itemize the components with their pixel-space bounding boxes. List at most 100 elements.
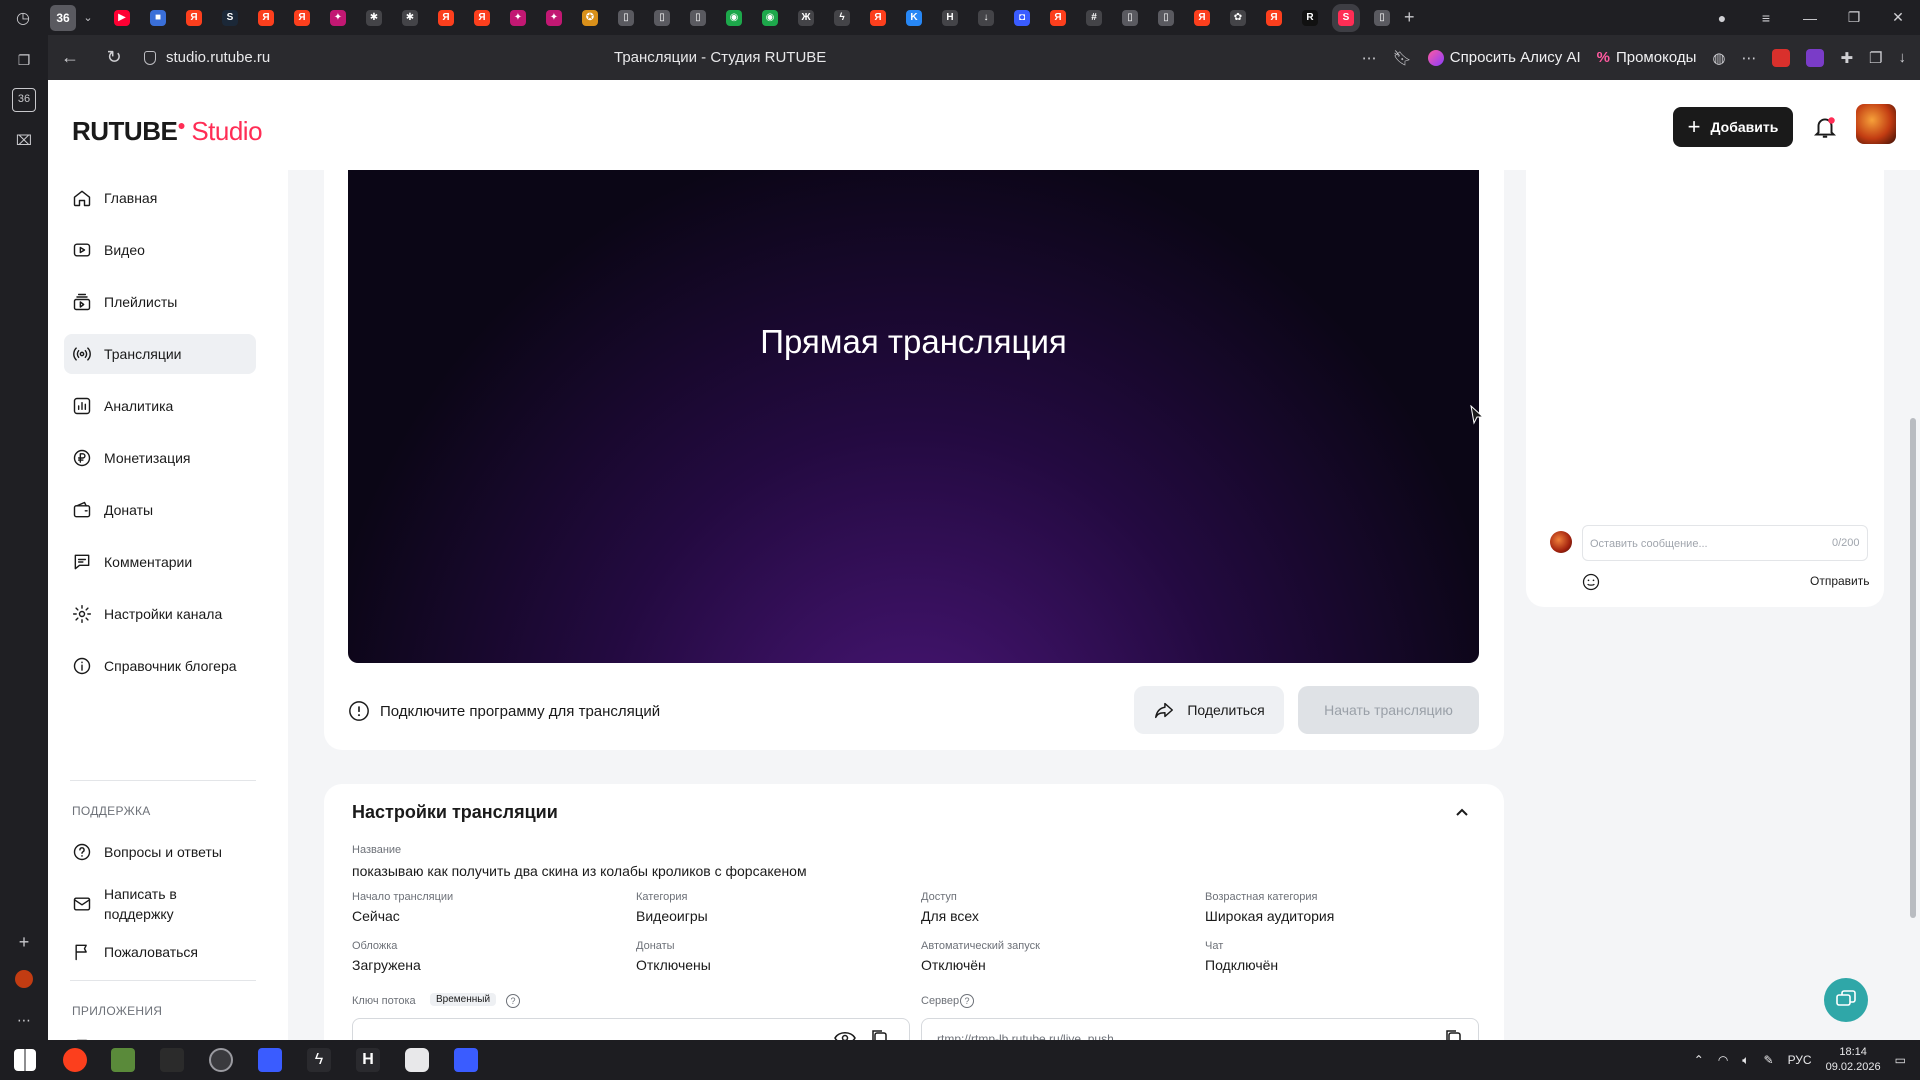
epic-games-icon[interactable] <box>160 1048 184 1072</box>
support-chat-button[interactable] <box>1824 978 1868 1022</box>
notification-icon[interactable]: ▭ <box>1895 1053 1906 1067</box>
share-button[interactable]: Поделиться <box>1134 686 1284 734</box>
yandex-tab-icon[interactable]: Я <box>438 9 454 26</box>
network-icon[interactable]: ◠ <box>1718 1053 1728 1067</box>
h-app-icon[interactable]: H <box>356 1048 380 1072</box>
h-tab-icon[interactable]: H <box>942 9 958 26</box>
openai-tab-icon[interactable]: ✿ <box>1230 9 1246 26</box>
pen-icon[interactable]: ✎ <box>1764 1053 1774 1067</box>
messenger-icon[interactable] <box>405 1048 429 1072</box>
more-icon[interactable]: ⋯ <box>12 1008 36 1032</box>
sidebar-item-question[interactable]: Вопросы и ответы <box>64 832 256 872</box>
roblox-icon[interactable] <box>454 1048 478 1072</box>
extension-icon[interactable] <box>1772 48 1791 67</box>
star-tab-icon[interactable]: ✦ <box>546 9 562 26</box>
collections-icon[interactable]: ❐ <box>1869 49 1882 67</box>
url-field[interactable]: studio.rutube.ru <box>144 49 270 66</box>
copy-icon[interactable] <box>870 1028 888 1040</box>
sidebar-item-gear[interactable]: Настройки канала <box>64 594 256 634</box>
clock[interactable]: 18:14 09.02.2026 <box>1826 1045 1881 1075</box>
avatar[interactable] <box>1856 104 1896 144</box>
sidebar-item-playlist[interactable]: Плейлисты <box>64 282 256 322</box>
sidebar-item-comment[interactable]: Комментарии <box>64 542 256 582</box>
puzzle-icon[interactable]: ✚ <box>1840 49 1853 67</box>
chevron-up-icon[interactable]: ⌃ <box>1694 1053 1704 1067</box>
sidebar-item-video[interactable]: Видео <box>64 230 256 270</box>
game-tab-icon[interactable]: ✱ <box>402 9 418 26</box>
gamepad-icon[interactable] <box>258 1048 282 1072</box>
start-broadcast-button[interactable]: Начать трансляцию <box>1298 686 1479 734</box>
steam-tab-icon[interactable]: S <box>222 9 238 26</box>
yandex-browser-icon[interactable] <box>63 1048 87 1072</box>
menu-icon[interactable]: ≡ <box>1744 10 1788 26</box>
profile-icon[interactable]: ● <box>1700 10 1744 26</box>
sidebar-app-icon[interactable] <box>12 970 36 994</box>
bolt-tab-icon[interactable]: ϟ <box>834 9 850 26</box>
ai-tab-icon[interactable]: Ж <box>798 9 814 26</box>
minimize-button[interactable]: — <box>1788 10 1832 26</box>
document-tab-icon[interactable]: ▯ <box>1122 9 1138 26</box>
yandex-tab-icon[interactable]: Я <box>1266 9 1282 26</box>
add-panel-icon[interactable]: + <box>12 930 36 954</box>
sidebar-item-wallet[interactable]: Донаты <box>64 490 256 530</box>
site-tab-icon[interactable]: ■ <box>150 9 166 26</box>
blue-tab-icon[interactable]: ◘ <box>1014 9 1030 26</box>
copy-icon[interactable] <box>1444 1028 1462 1040</box>
tab-count-badge[interactable]: 36 <box>50 4 76 31</box>
minecraft-icon[interactable] <box>111 1048 135 1072</box>
help-icon[interactable]: ? <box>960 994 974 1008</box>
eye-icon[interactable] <box>834 1030 856 1040</box>
close-button[interactable]: ✕ <box>1876 9 1920 26</box>
reload-icon[interactable]: ↻ <box>92 47 136 68</box>
app-icon[interactable] <box>209 1048 233 1072</box>
yandex-tab-icon[interactable]: Я <box>258 9 274 26</box>
document-tab-icon[interactable]: ▯ <box>690 9 706 26</box>
scrollbar-thumb[interactable] <box>1910 418 1916 918</box>
sidebar-item-info[interactable]: Справочник блогера <box>64 646 256 686</box>
windows-start-icon[interactable] <box>14 1049 36 1071</box>
alisa-button[interactable]: Спросить Алису AI <box>1427 49 1581 66</box>
rutube-studio-logo[interactable]: RUTUBE ● Studio <box>72 116 263 147</box>
chevron-up-icon[interactable] <box>1454 804 1470 820</box>
document-tab-icon[interactable]: ▯ <box>1374 9 1390 26</box>
game-tab-icon[interactable]: ✱ <box>366 9 382 26</box>
document-tab-icon[interactable]: ▯ <box>618 9 634 26</box>
translate-icon[interactable]: ◍ <box>1712 49 1725 67</box>
yandex-tab-icon[interactable]: Я <box>474 9 490 26</box>
studio-tab-icon[interactable]: S <box>1332 3 1360 32</box>
bell-icon[interactable] <box>1812 114 1838 140</box>
chevron-down-icon[interactable]: ⌄ <box>76 11 100 24</box>
document-tab-icon[interactable]: ▯ <box>1158 9 1174 26</box>
more-dots-icon[interactable]: ⋯ <box>1362 49 1377 67</box>
yandex-tab-icon[interactable]: Я <box>1050 9 1066 26</box>
green-tab-icon[interactable]: ◉ <box>762 9 778 26</box>
history-icon[interactable]: ◷ <box>0 0 46 35</box>
bolt-icon[interactable]: ϟ <box>307 1048 331 1072</box>
download-tab-icon[interactable]: ↓ <box>978 9 994 26</box>
stream-key-field[interactable] <box>352 1018 910 1040</box>
download-icon[interactable]: ↓ <box>1899 49 1907 66</box>
yandex-tab-icon[interactable]: Я <box>870 9 886 26</box>
youtube-tab-icon[interactable]: ▶ <box>114 9 130 26</box>
tab-count-icon[interactable]: 36 <box>12 88 36 112</box>
restore-button[interactable]: ❐ <box>1832 9 1876 26</box>
yandex-tab-icon[interactable]: Я <box>294 9 310 26</box>
sidebar-item-broadcast[interactable]: Трансляции <box>64 334 256 374</box>
hash-tab-icon[interactable]: # <box>1086 9 1102 26</box>
sidebar-item-home[interactable]: Главная <box>64 178 256 218</box>
collections-icon[interactable]: ❐ <box>12 48 36 72</box>
yandex-tab-icon[interactable]: Я <box>186 9 202 26</box>
vk-tab-icon[interactable]: K <box>906 9 922 26</box>
sidebar-item-studio-app[interactable]: Студия RUTUBE <box>64 1028 256 1040</box>
screenshot-icon[interactable]: ⌧ <box>12 128 36 152</box>
sidebar-item-mail[interactable]: Написать в поддержку <box>64 880 256 928</box>
new-tab-button[interactable]: + <box>1404 7 1415 28</box>
promo-button[interactable]: % Промокоды <box>1597 49 1697 66</box>
extension-icon[interactable] <box>1806 48 1825 67</box>
green-tab-icon[interactable]: ◉ <box>726 9 742 26</box>
yandex-tab-icon[interactable]: Я <box>1194 9 1210 26</box>
bookmark-icon[interactable]: 🔖︎ <box>1393 49 1412 67</box>
sidebar-item-flag[interactable]: Пожаловаться <box>64 932 256 972</box>
star-tab-icon[interactable]: ✦ <box>510 9 526 26</box>
extensions-more-icon[interactable]: ⋯ <box>1741 49 1756 67</box>
